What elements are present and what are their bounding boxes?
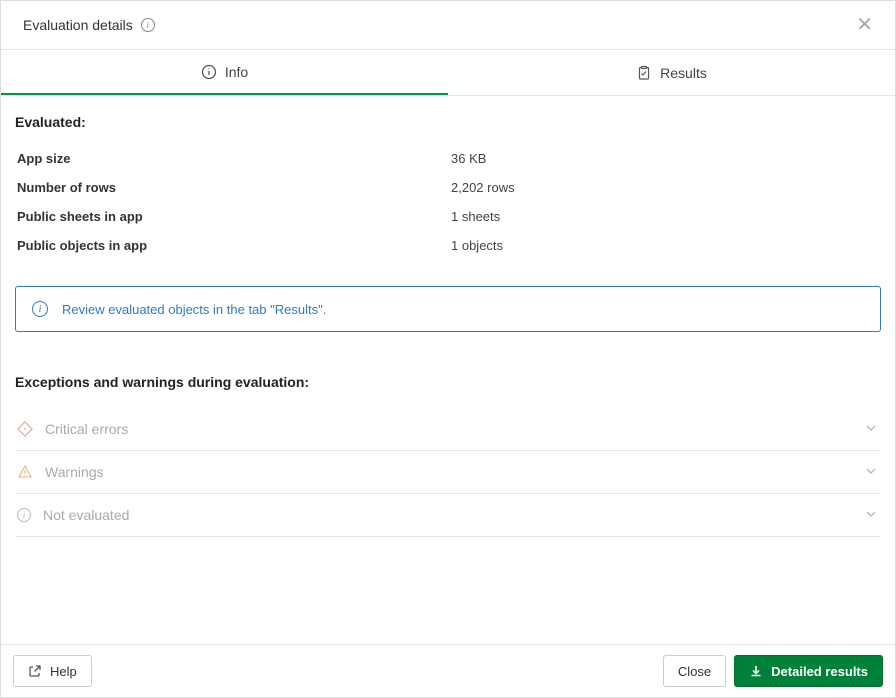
detailed-results-label: Detailed results xyxy=(771,665,868,678)
close-label: Close xyxy=(678,665,711,678)
accordion-critical-errors[interactable]: Critical errors xyxy=(15,408,881,451)
tab-bar: Info Results xyxy=(1,50,895,96)
kv-value: 1 sheets xyxy=(451,209,500,224)
download-icon xyxy=(749,664,763,678)
info-circle-icon xyxy=(201,64,217,80)
kv-value: 1 objects xyxy=(451,238,503,253)
kv-label: Public objects in app xyxy=(15,238,451,253)
close-icon[interactable]: ✕ xyxy=(852,13,877,37)
kv-value: 36 KB xyxy=(451,151,486,166)
tab-results-label: Results xyxy=(660,65,707,81)
evaluated-list: App size 36 KB Number of rows 2,202 rows… xyxy=(15,144,881,260)
accordion-label: Critical errors xyxy=(45,421,128,437)
modal-header: Evaluation details i ✕ xyxy=(1,1,895,50)
chevron-down-icon xyxy=(865,422,877,437)
warning-icon xyxy=(17,464,33,480)
info-icon[interactable]: i xyxy=(141,18,155,32)
chevron-down-icon xyxy=(865,465,877,480)
kv-value: 2,202 rows xyxy=(451,180,515,195)
info-icon: i xyxy=(17,508,31,522)
modal-title: Evaluation details xyxy=(23,17,133,33)
close-button[interactable]: Close xyxy=(663,655,726,687)
list-item: Number of rows 2,202 rows xyxy=(15,173,881,202)
chevron-down-icon xyxy=(865,508,877,523)
info-icon: i xyxy=(32,301,48,317)
footer-right: Close Detailed results xyxy=(663,655,883,687)
kv-label: Public sheets in app xyxy=(15,209,451,224)
accordion-warnings[interactable]: Warnings xyxy=(15,451,881,494)
accordion-left: i Not evaluated xyxy=(17,507,129,523)
detailed-results-button[interactable]: Detailed results xyxy=(734,655,883,687)
header-left: Evaluation details i xyxy=(23,17,155,33)
kv-label: Number of rows xyxy=(15,180,451,195)
accordion-not-evaluated[interactable]: i Not evaluated xyxy=(15,494,881,537)
help-label: Help xyxy=(50,665,77,678)
tab-results[interactable]: Results xyxy=(448,50,895,95)
modal-body: Evaluated: App size 36 KB Number of rows… xyxy=(1,96,895,644)
accordion-left: Warnings xyxy=(17,464,104,480)
critical-error-icon xyxy=(17,421,33,437)
list-item: Public objects in app 1 objects xyxy=(15,231,881,260)
external-link-icon xyxy=(28,664,42,678)
help-button[interactable]: Help xyxy=(13,655,92,687)
exceptions-title: Exceptions and warnings during evaluatio… xyxy=(15,374,881,390)
list-item: Public sheets in app 1 sheets xyxy=(15,202,881,231)
accordion-label: Warnings xyxy=(45,464,104,480)
tab-info[interactable]: Info xyxy=(1,50,448,95)
tab-info-label: Info xyxy=(225,64,248,80)
accordion-left: Critical errors xyxy=(17,421,128,437)
modal-footer: Help Close Detailed results xyxy=(1,644,895,697)
evaluation-details-modal: Evaluation details i ✕ Info xyxy=(0,0,896,698)
notice-text: Review evaluated objects in the tab "Res… xyxy=(62,302,326,317)
clipboard-check-icon xyxy=(636,65,652,81)
list-item: App size 36 KB xyxy=(15,144,881,173)
accordion-label: Not evaluated xyxy=(43,507,129,523)
evaluated-title: Evaluated: xyxy=(15,114,881,130)
info-notice: i Review evaluated objects in the tab "R… xyxy=(15,286,881,332)
kv-label: App size xyxy=(15,151,451,166)
